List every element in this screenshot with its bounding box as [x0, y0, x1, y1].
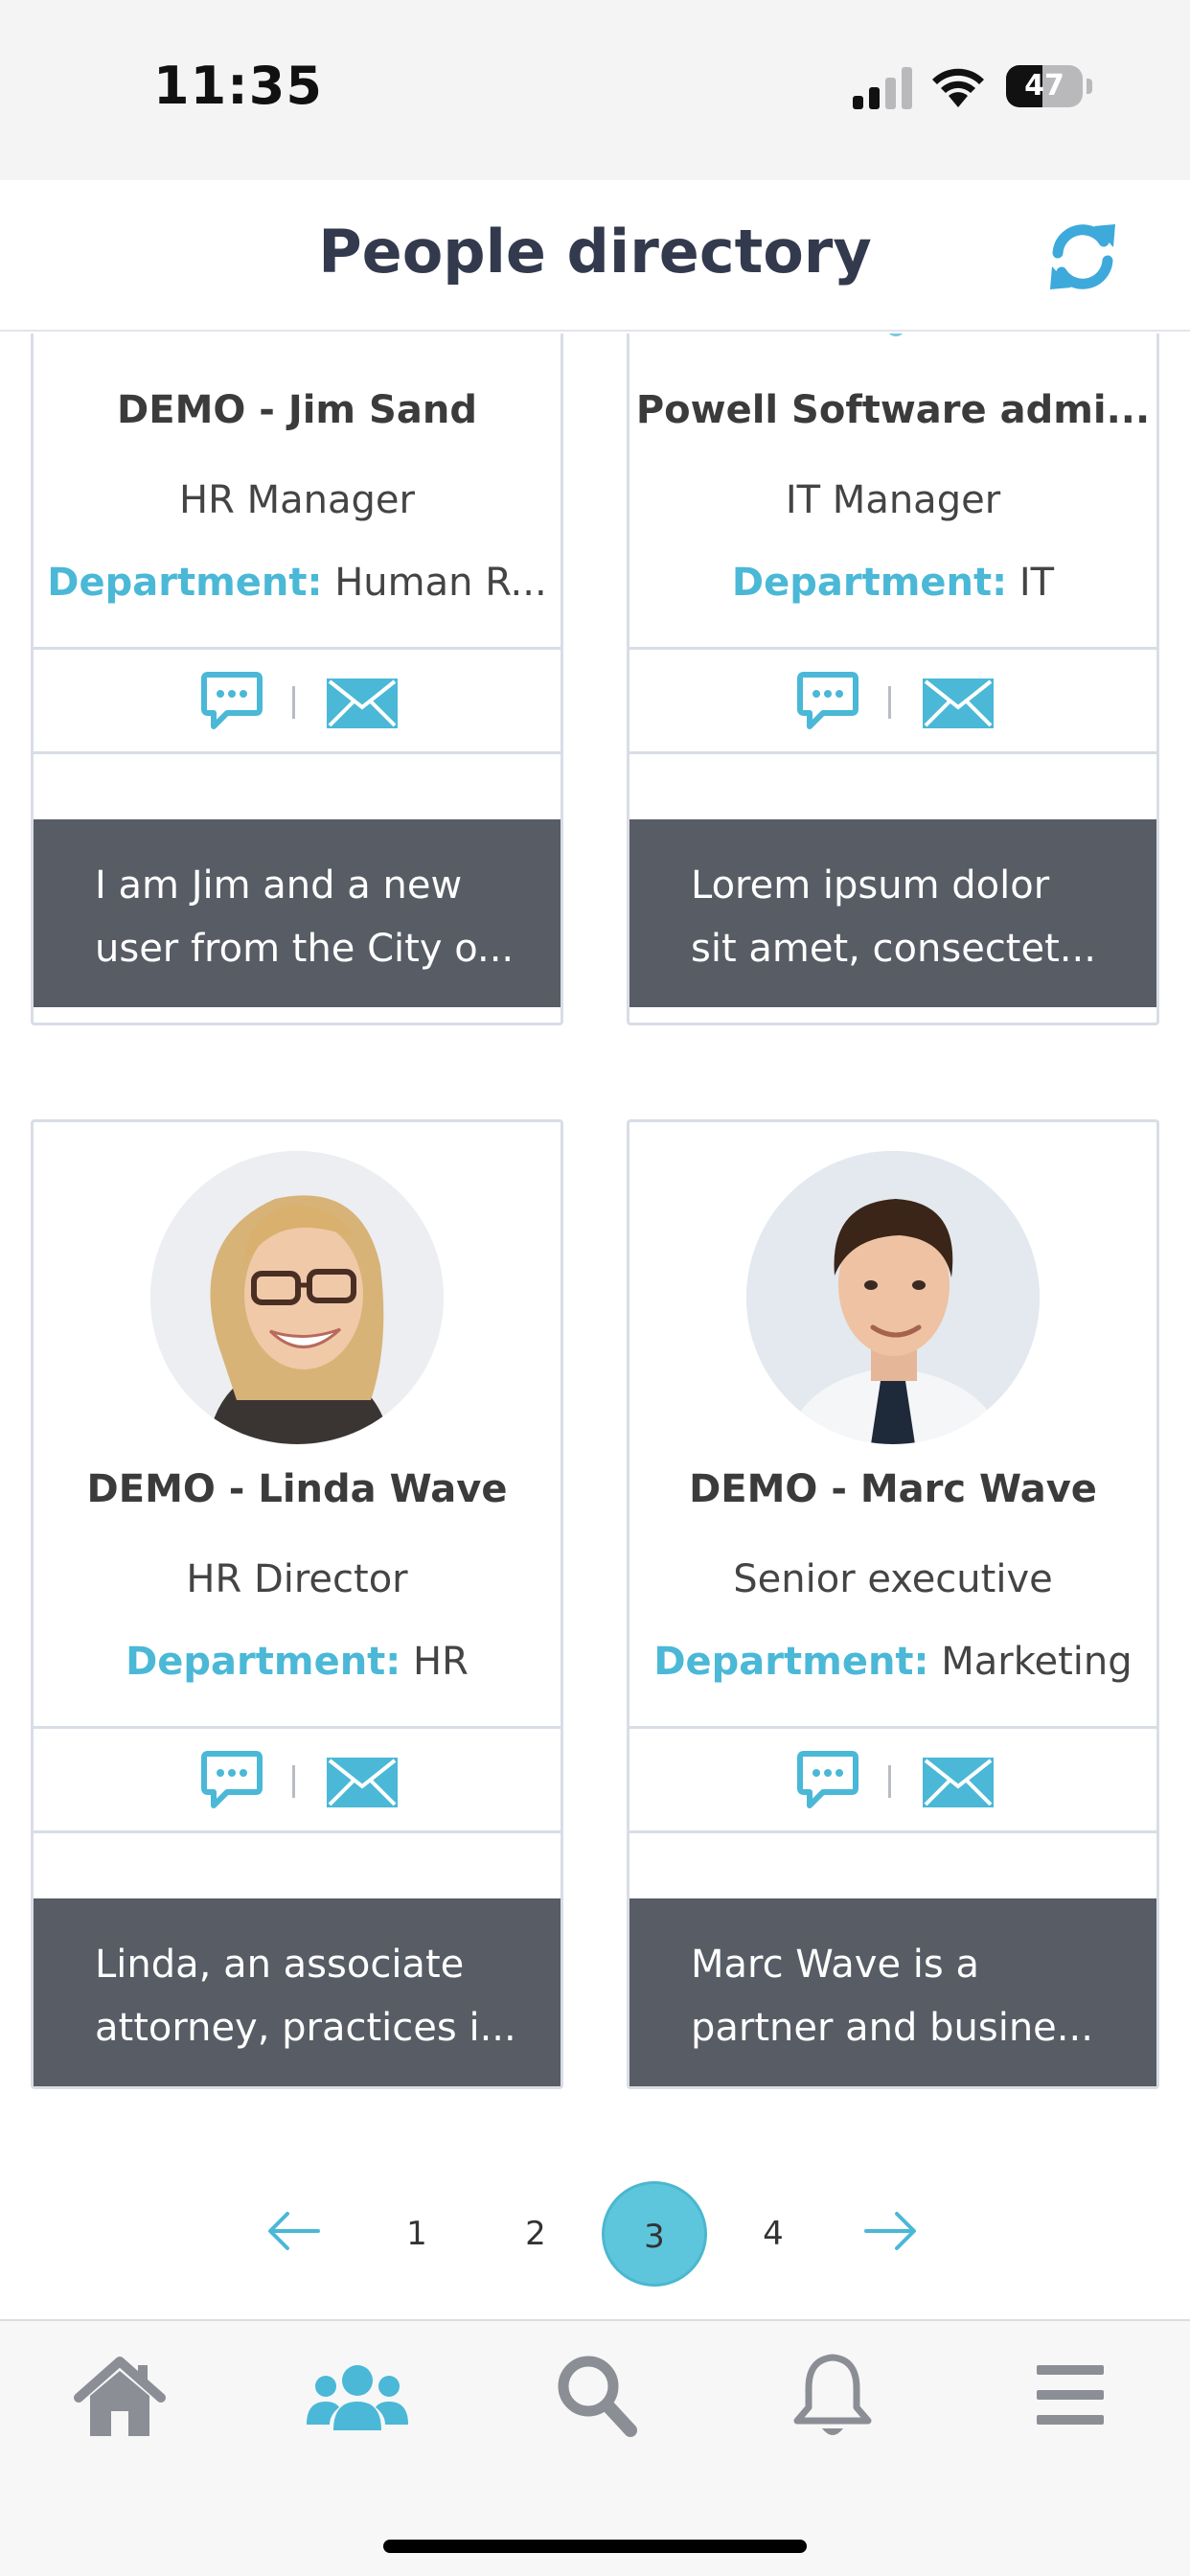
contact-actions: [629, 1726, 1156, 1833]
chat-icon[interactable]: [200, 1750, 263, 1811]
wifi-icon: [932, 68, 984, 107]
chat-icon[interactable]: [796, 1750, 859, 1811]
directory-content: DEMO - Jim Sand HR Manager Department: H…: [0, 334, 1190, 2317]
avatar-photo: [746, 1151, 1040, 1444]
battery-level: 47: [1024, 69, 1064, 103]
bio-line: user from the City o...: [95, 927, 515, 971]
people-icon[interactable]: [305, 2348, 410, 2444]
arrow-left-icon[interactable]: [266, 2210, 320, 2252]
department-value: Marketing: [941, 1640, 1133, 1684]
bell-icon[interactable]: [780, 2348, 885, 2444]
person-name[interactable]: Powell Software admi...: [629, 388, 1156, 432]
battery-icon: 47: [1006, 65, 1083, 107]
search-icon[interactable]: [542, 2348, 648, 2444]
divider: [292, 686, 295, 719]
bio-line: attorney, practices i...: [95, 2006, 516, 2050]
person-role: HR Director: [186, 1557, 408, 1601]
avatar: [835, 334, 957, 346]
divider: [888, 686, 891, 719]
person-department: Department: HR: [34, 1640, 561, 1684]
person-bio: Marc Wave is a partner and busine...: [629, 1898, 1156, 2086]
bottom-nav: [0, 2319, 1190, 2576]
person-department: Department: IT: [629, 561, 1156, 605]
person-name[interactable]: DEMO - Marc Wave: [629, 1467, 1156, 1511]
signal-icon: [853, 67, 912, 109]
home-icon[interactable]: [67, 2348, 172, 2444]
person-card[interactable]: DEMO - Linda Wave HR Director Department…: [31, 1119, 563, 2089]
mail-icon[interactable]: [327, 678, 398, 728]
bio-line: I am Jim and a new: [95, 863, 463, 908]
page-link-4[interactable]: 4: [721, 2181, 826, 2287]
status-time: 11:35: [153, 56, 323, 116]
arrow-right-icon[interactable]: [864, 2210, 918, 2252]
page-title: People directory: [318, 217, 872, 287]
bio-line: partner and busine...: [691, 2006, 1093, 2050]
chat-icon[interactable]: [200, 671, 263, 732]
contact-actions: [34, 647, 561, 754]
person-bio: I am Jim and a new user from the City o.…: [34, 819, 561, 1007]
chat-icon[interactable]: [796, 671, 859, 732]
page-link-2[interactable]: 2: [483, 2181, 588, 2287]
person-role: IT Manager: [785, 478, 1001, 522]
app-header: People directory: [0, 180, 1190, 332]
avatar[interactable]: [150, 1151, 444, 1444]
person-name[interactable]: DEMO - Linda Wave: [34, 1467, 561, 1511]
mail-icon[interactable]: [327, 1758, 398, 1807]
mail-icon[interactable]: [923, 1758, 994, 1807]
contact-actions: [34, 1726, 561, 1833]
department-label: Department:: [47, 561, 323, 605]
mail-icon[interactable]: [923, 678, 994, 728]
person-card[interactable]: Powell Software admi... IT Manager Depar…: [627, 334, 1159, 1025]
person-name[interactable]: DEMO - Jim Sand: [34, 388, 561, 432]
bio-line: Lorem ipsum dolor: [691, 863, 1050, 908]
avatar-photo: [150, 1151, 444, 1444]
person-department: Department: Human R...: [34, 561, 561, 605]
person-card[interactable]: DEMO - Marc Wave Senior executive Depart…: [627, 1119, 1159, 2089]
page-link-1[interactable]: 1: [364, 2181, 469, 2287]
department-label: Department:: [126, 1640, 401, 1684]
person-bio: Lorem ipsum dolor sit amet, consectet...: [629, 819, 1156, 1007]
bio-line: Marc Wave is a: [691, 1943, 979, 1987]
divider: [292, 1765, 295, 1798]
avatar[interactable]: [746, 1151, 1040, 1444]
refresh-icon[interactable]: [1044, 220, 1121, 293]
person-bio: Linda, an associate attorney, practices …: [34, 1898, 561, 2086]
status-bar: 11:35 47: [0, 0, 1190, 180]
menu-icon[interactable]: [1018, 2348, 1123, 2444]
pagination: 1 2 3 4: [0, 2181, 1190, 2287]
department-value: IT: [1018, 561, 1055, 605]
bio-line: Linda, an associate: [95, 1943, 465, 1987]
department-label: Department:: [731, 561, 1008, 605]
person-department: Department: Marketing: [629, 1640, 1156, 1684]
bio-line: sit amet, consectet...: [691, 927, 1096, 971]
page-link-3-current[interactable]: 3: [602, 2181, 707, 2287]
home-indicator: [383, 2540, 807, 2553]
person-role: Senior executive: [733, 1557, 1053, 1601]
department-value: Human R...: [334, 561, 547, 605]
person-role: HR Manager: [179, 478, 415, 522]
contact-actions: [629, 647, 1156, 754]
divider: [888, 1765, 891, 1798]
department-label: Department:: [653, 1640, 929, 1684]
person-card[interactable]: DEMO - Jim Sand HR Manager Department: H…: [31, 334, 563, 1025]
department-value: HR: [413, 1640, 469, 1684]
